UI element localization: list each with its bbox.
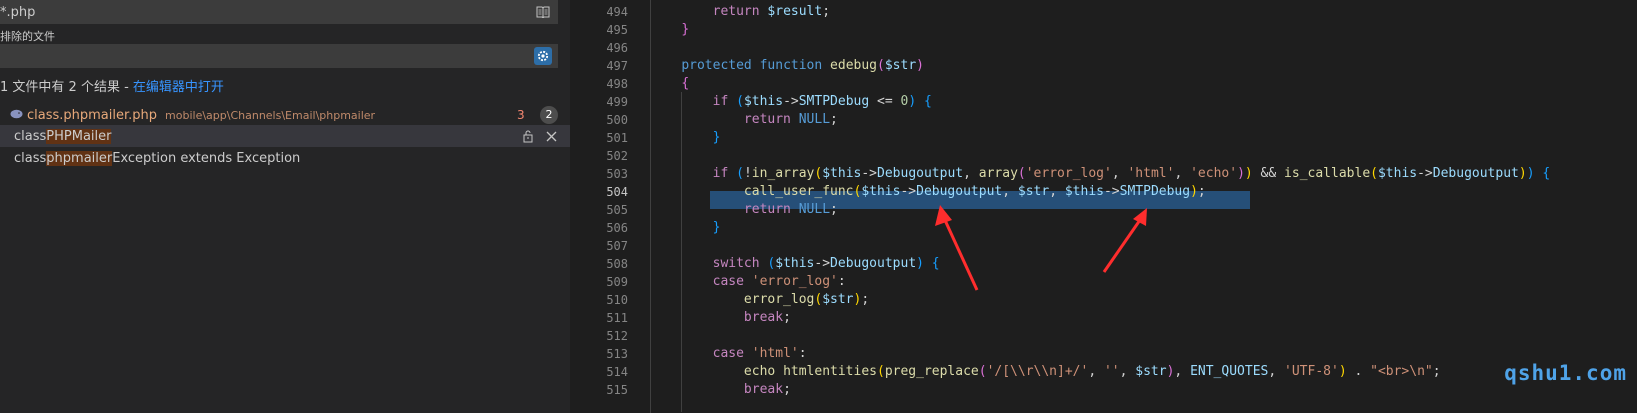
result-file-row[interactable]: class.phpmailer.php mobile\app\Channels\… xyxy=(0,104,570,126)
line-number: 510 xyxy=(606,293,628,307)
line-number: 515 xyxy=(606,383,628,397)
files-to-exclude-label: 排除的文件 xyxy=(0,30,55,43)
match-highlight: PHPMailer xyxy=(46,128,112,144)
line-number: 512 xyxy=(606,329,628,343)
line-number: 500 xyxy=(606,113,628,127)
code-lines[interactable]: return $result; } protected function ede… xyxy=(650,0,1637,413)
code-line: case 'html': xyxy=(712,346,807,361)
code-editor[interactable]: 494 495 496 497 498 499 500 501 502 503 … xyxy=(570,0,1637,413)
line-number: 498 xyxy=(606,77,628,91)
line-number: 506 xyxy=(606,221,628,235)
line-number: 497 xyxy=(606,59,628,73)
code-line: return NULL; xyxy=(743,202,838,217)
line-number: 507 xyxy=(606,239,628,253)
line-number: 514 xyxy=(606,365,628,379)
settings-gear-icon[interactable] xyxy=(534,47,552,65)
code-line: case 'error_log': xyxy=(712,274,846,289)
code-line: if (!in_array($this->Debugoutput, array(… xyxy=(712,166,1551,181)
match-suffix: Exception extends Exception xyxy=(112,150,301,166)
match-row[interactable]: class phpmailer Exception extends Excepti… xyxy=(0,147,570,169)
match-prefix: class xyxy=(14,128,47,144)
code-line: } xyxy=(712,130,721,145)
files-to-exclude-input[interactable] xyxy=(0,44,558,68)
code-line: if ($this->SMTPDebug <= 0) { xyxy=(712,94,932,109)
replace-icon[interactable] xyxy=(520,128,536,144)
line-number-gutter: 494 495 496 497 498 499 500 501 502 503 … xyxy=(570,0,642,413)
line-number: 502 xyxy=(606,149,628,163)
code-line: } xyxy=(681,22,690,37)
code-line: echo htmlentities(preg_replace('/[\\r\\n… xyxy=(743,364,1441,379)
code-line: break; xyxy=(743,310,791,325)
watermark-text: qshu1.com xyxy=(1504,361,1627,385)
line-number: 495 xyxy=(606,23,628,37)
result-file-path: mobile\app\Channels\Email\phpmailer xyxy=(165,108,376,122)
open-in-editor-link[interactable]: 在编辑器中打开 xyxy=(133,80,224,95)
line-number: 509 xyxy=(606,275,628,289)
line-number: 511 xyxy=(606,311,628,325)
problems-count: 3 xyxy=(517,108,525,122)
line-number: 505 xyxy=(606,203,628,217)
code-line: switch ($this->Debugoutput) { xyxy=(712,256,940,271)
include-pattern-value: *.php xyxy=(0,4,36,20)
code-line: return $result; xyxy=(712,4,831,19)
line-number: 503 xyxy=(606,167,628,181)
search-panel: *.php 排除的文件 1 文件中有 2 个结果 - 在编辑器中打开 class… xyxy=(0,0,570,413)
code-line: break; xyxy=(743,382,791,397)
line-number: 513 xyxy=(606,347,628,361)
code-line: return NULL; xyxy=(743,112,838,127)
files-to-include-input[interactable]: *.php xyxy=(0,0,558,24)
line-number: 494 xyxy=(606,5,628,19)
book-icon[interactable] xyxy=(534,3,552,21)
match-count-badge: 2 xyxy=(540,106,558,124)
line-number-active: 504 xyxy=(606,185,628,199)
code-line: error_log($str); xyxy=(743,292,870,307)
line-number: 496 xyxy=(606,41,628,55)
code-line: } xyxy=(712,220,721,235)
results-summary: 1 文件中有 2 个结果 - 在编辑器中打开 xyxy=(0,76,224,95)
dismiss-close-icon[interactable] xyxy=(543,128,559,144)
results-count-text: 1 文件中有 2 个结果 - xyxy=(0,80,133,95)
line-number: 508 xyxy=(606,257,628,271)
code-line-selected: call_user_func($this->Debugoutput, $str,… xyxy=(743,184,1206,199)
line-number: 501 xyxy=(606,131,628,145)
code-line: protected function edebug($str) xyxy=(681,58,924,73)
match-row[interactable]: class PHPMailer xyxy=(0,125,570,147)
match-prefix: class xyxy=(14,150,47,166)
result-file-name: class.phpmailer.php xyxy=(27,107,158,123)
line-number: 499 xyxy=(606,95,628,109)
php-elephant-icon xyxy=(10,108,23,123)
code-line: { xyxy=(681,76,690,91)
match-highlight: phpmailer xyxy=(46,150,113,166)
